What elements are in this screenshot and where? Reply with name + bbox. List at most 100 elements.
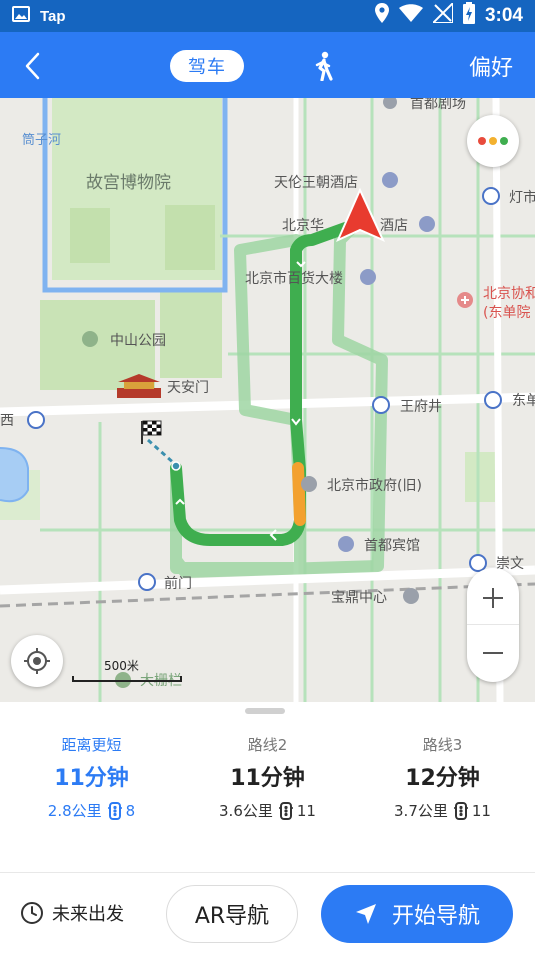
hotel-icon: [338, 536, 354, 552]
traffic-light-count: 11: [296, 802, 316, 820]
label-baoding: 宝鼎中心: [331, 590, 387, 606]
label-nanchizi: 筒子河: [22, 132, 61, 148]
locate-me-button[interactable]: [11, 635, 63, 687]
label-forbidden-city: 故宫博物院: [86, 173, 171, 193]
route-meta: 3.7公里 11: [355, 800, 530, 822]
route-distance: 2.8公里: [47, 802, 102, 820]
hotel-icon: [382, 172, 398, 188]
label-huaqiao-hotel-prefix: 北京华: [282, 218, 324, 234]
scale-label: 500米: [104, 659, 139, 673]
traffic-light-count: 8: [125, 802, 136, 820]
future-depart-label: 未来出发: [52, 904, 124, 925]
label-zhongshan-park: 中山公园: [110, 333, 166, 349]
clock-icon: [21, 902, 43, 924]
top-app-bar: 驾车 偏好: [0, 32, 535, 98]
traffic-light-count: 11: [471, 802, 491, 820]
route-time: 11分钟: [230, 766, 305, 791]
label-department-store: 北京市百货大楼: [245, 270, 343, 287]
label-qianmen: 前门: [164, 575, 192, 592]
notification-app-label: Tap: [40, 7, 66, 25]
route-option-3[interactable]: 路线3 12分钟 3.7公里 11: [355, 734, 530, 844]
start-navigation-button[interactable]: 开始导航: [321, 885, 513, 943]
status-bar: Tap 3:04: [0, 0, 535, 32]
chevron-left-icon: [25, 52, 40, 80]
battery-charging-icon: [462, 2, 475, 30]
zoom-in-button[interactable]: [467, 570, 519, 626]
park-icon: [82, 331, 98, 347]
theater-icon: [383, 98, 397, 109]
route-traffic-lights: 8: [107, 800, 136, 822]
label-shoudu-theater: 首都剧场: [410, 98, 466, 112]
label-govt: 北京市政府(旧): [327, 477, 422, 494]
traffic-red-dot: [478, 137, 486, 145]
back-button[interactable]: [12, 46, 52, 86]
route-tag: 路线2: [247, 736, 288, 754]
government-icon: [301, 476, 317, 492]
zoom-out-button[interactable]: [467, 624, 519, 680]
route-time: 12分钟: [405, 766, 480, 791]
route-traffic-lights: 11: [278, 800, 316, 822]
park-block: [70, 208, 110, 263]
no-signal-icon: [430, 0, 454, 29]
start-navigation-label: 开始导航: [391, 904, 480, 929]
route-meta: 2.8公里 8: [4, 800, 179, 822]
zoom-control: [467, 568, 519, 682]
map-scale: 500米: [72, 654, 182, 686]
route-tag: 路线3: [422, 736, 463, 754]
map-canvas: 首都剧场 天伦王朝酒店 北京华 酒店 北京市百货大楼 北京协和 (东单院 故宫博…: [0, 98, 535, 702]
route-distance: 3.6公里: [219, 802, 273, 820]
route-meta: 3.6公里 11: [180, 800, 355, 822]
label-capital-hotel: 首都宾馆: [364, 538, 420, 554]
label-xiehe: 北京协和: [483, 286, 535, 302]
route-start-dot: [171, 461, 181, 471]
plus-icon: [483, 588, 503, 608]
destination-flag-icon: [141, 420, 162, 444]
label-tianlun-hotel: 天伦王朝酒店: [274, 175, 358, 191]
current-location-marker-icon: [336, 187, 386, 242]
lake: [0, 447, 29, 503]
route-option-1[interactable]: 距离更短 11分钟 2.8公里 8: [4, 734, 179, 844]
tab-walk[interactable]: [306, 48, 340, 84]
label-dongdan: 东单: [512, 393, 535, 409]
route-traffic-lights: 11: [453, 800, 491, 822]
walk-connector: [147, 438, 177, 467]
scale-bar: [72, 676, 182, 682]
crosshair-icon: [24, 648, 50, 674]
park-block: [160, 288, 222, 378]
congested-segment: [292, 462, 306, 526]
preferences-button[interactable]: 偏好: [469, 50, 513, 82]
tab-drive[interactable]: 驾车: [170, 50, 244, 82]
traffic-light-icon: [107, 802, 122, 820]
label-huaqiao-hotel-suffix: 酒店: [380, 218, 408, 234]
park-block: [465, 452, 495, 502]
label-wangfujing: 王府井: [400, 399, 442, 415]
hotel-icon: [419, 216, 435, 232]
shopping-icon: [360, 269, 376, 285]
route-panel: 距离更短 11分钟 2.8公里 8 路线2 11分钟 3.6公里 11 路线3 …: [0, 702, 535, 955]
label-tiananmen: 天安门: [167, 380, 209, 396]
navigation-screen: Tap 3:04 驾车 偏好 首都剧场 天伦王朝酒店 北京华 酒店 北京市百货大…: [0, 0, 535, 955]
building-icon: [403, 588, 419, 604]
minus-icon: [483, 651, 503, 654]
route-option-2[interactable]: 路线2 11分钟 3.6公里 11: [180, 734, 355, 844]
future-depart-button[interactable]: 未来出发: [20, 900, 124, 926]
traffic-layer-button[interactable]: [467, 115, 519, 167]
route-tag: 距离更短: [61, 736, 122, 754]
route-distance: 3.7公里: [394, 802, 448, 820]
location-icon: [374, 3, 389, 29]
traffic-light-icon: [278, 802, 293, 820]
gallery-notification-icon: [12, 6, 30, 26]
label-xi-fragment: 西: [0, 413, 14, 429]
route-map[interactable]: 首都剧场 天伦王朝酒店 北京华 酒店 北京市百货大楼 北京协和 (东单院 故宫博…: [0, 98, 535, 702]
route-time: 11分钟: [54, 766, 129, 791]
label-dengshi-fragment: 灯市: [509, 189, 535, 206]
wifi-icon: [398, 4, 423, 28]
clock: 3:04: [484, 5, 523, 26]
traffic-yellow-dot: [489, 137, 497, 145]
navigation-arrow-icon: [355, 904, 376, 924]
traffic-light-icon: [453, 802, 468, 820]
ar-navigation-button[interactable]: AR导航: [166, 885, 298, 943]
panel-drag-handle[interactable]: [245, 708, 285, 714]
traffic-green-dot: [500, 137, 508, 145]
park-block: [165, 205, 215, 270]
